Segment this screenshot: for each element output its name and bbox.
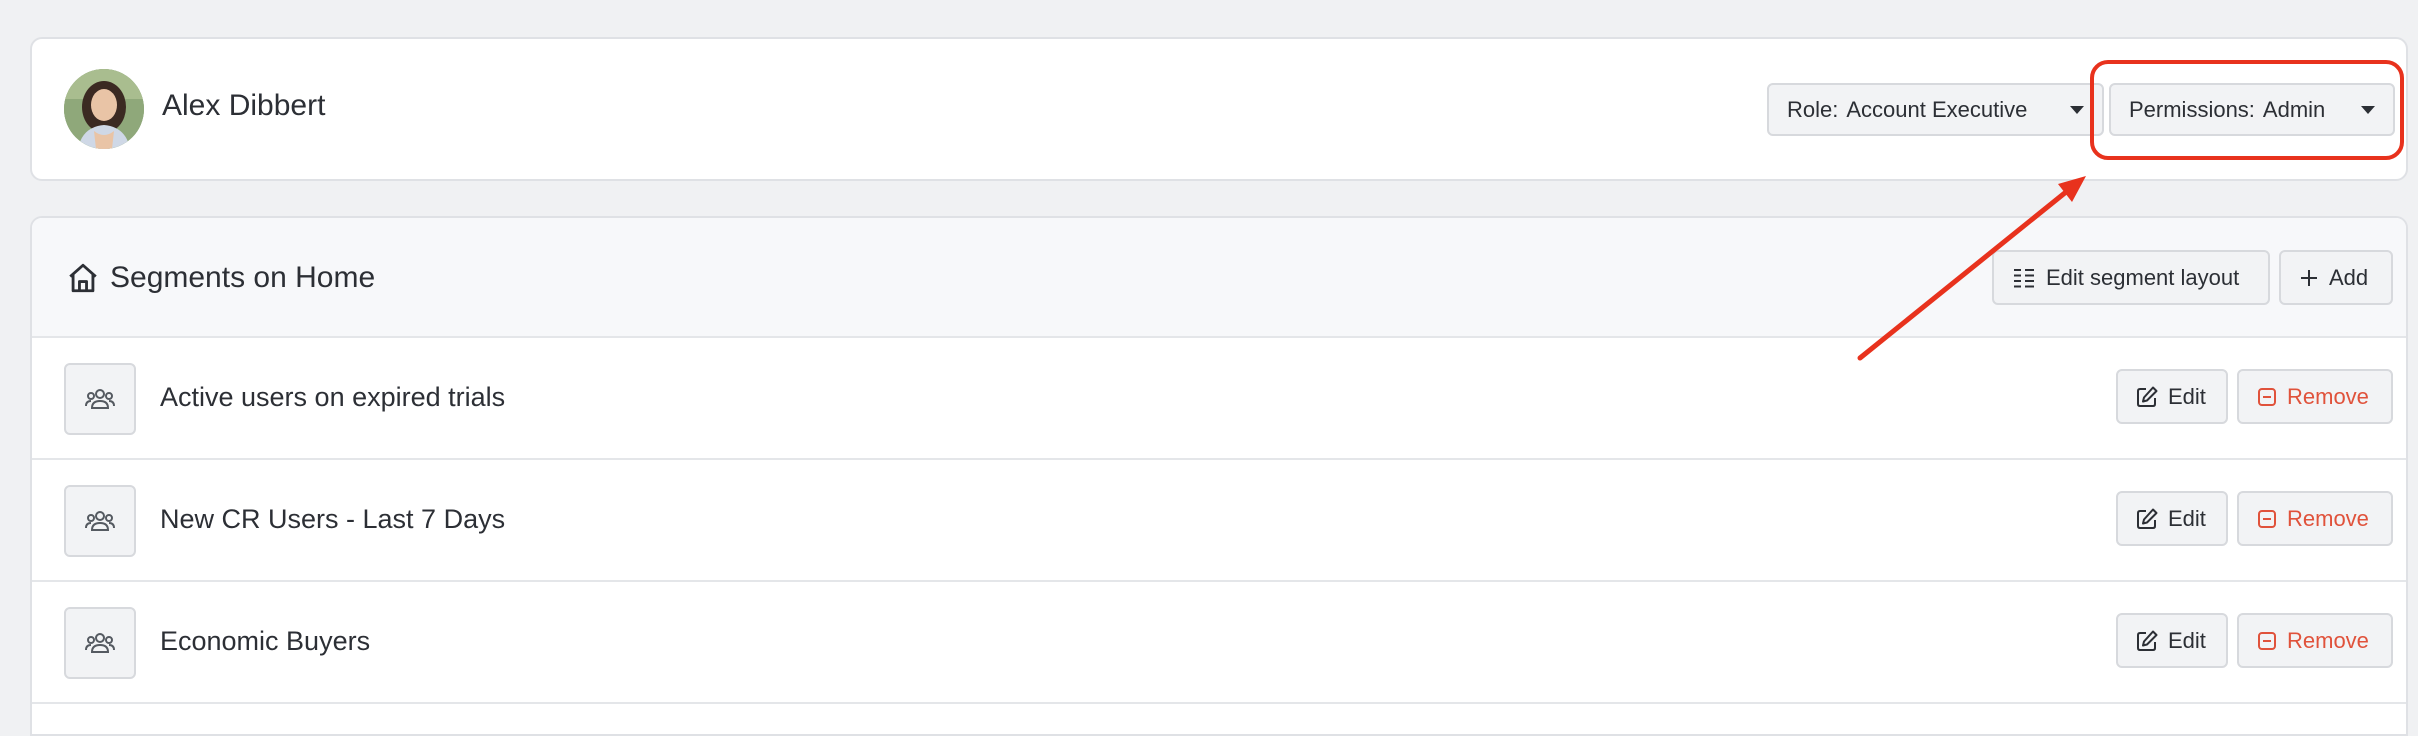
edit-segment-layout-label: Edit segment layout	[2046, 264, 2240, 290]
edit-icon	[2137, 508, 2158, 529]
users-group-icon	[64, 607, 136, 679]
user-name: Alex Dibbert	[162, 89, 326, 122]
avatar-image	[64, 69, 144, 149]
segments-panel: Segments on Home Edit segment layout Add	[30, 216, 2408, 736]
remove-segment-button[interactable]: Remove	[2237, 369, 2393, 424]
remove-label: Remove	[2287, 505, 2369, 531]
remove-icon	[2258, 631, 2276, 650]
remove-segment-button[interactable]: Remove	[2237, 491, 2393, 546]
add-segment-button[interactable]: Add	[2279, 250, 2393, 305]
edit-segment-button[interactable]: Edit	[2116, 613, 2228, 668]
edit-label: Edit	[2168, 627, 2206, 653]
segment-row: Economic Buyers Edit Remove	[32, 582, 2406, 704]
add-segment-label: Add	[2329, 264, 2369, 290]
caret-down-icon	[2070, 105, 2084, 114]
users-group-icon	[64, 363, 136, 435]
role-dropdown[interactable]: Role: Account Executive	[1767, 83, 2104, 136]
role-label: Role:	[1787, 96, 1839, 122]
users-group-icon	[64, 485, 136, 557]
permissions-label: Permissions:	[2129, 96, 2255, 122]
segments-title: Segments on Home	[110, 261, 376, 294]
segment-row: Active users on expired trials Edit Remo…	[32, 338, 2406, 460]
edit-label: Edit	[2168, 383, 2206, 409]
user-card: Alex Dibbert Role: Account Executive Per…	[30, 37, 2408, 181]
caret-down-icon	[2361, 105, 2375, 114]
remove-label: Remove	[2287, 627, 2369, 653]
segment-row: New CR Users - Last 7 Days Edit Remove	[32, 460, 2406, 582]
permissions-value: Admin	[2262, 96, 2326, 122]
avatar[interactable]	[64, 69, 144, 149]
edit-icon	[2137, 386, 2158, 407]
layout-list-icon	[2014, 268, 2034, 287]
segments-header: Segments on Home Edit segment layout Add	[32, 218, 2406, 338]
home-icon	[69, 263, 97, 293]
remove-segment-button[interactable]: Remove	[2237, 613, 2393, 668]
role-value: Account Executive	[1846, 96, 2028, 122]
remove-icon	[2258, 509, 2276, 528]
edit-segment-button[interactable]: Edit	[2116, 491, 2228, 546]
remove-icon	[2258, 387, 2276, 406]
edit-segment-layout-button[interactable]: Edit segment layout	[1992, 250, 2270, 305]
segment-name[interactable]: Economic Buyers	[160, 626, 370, 657]
segment-name[interactable]: New CR Users - Last 7 Days	[160, 504, 505, 535]
edit-segment-button[interactable]: Edit	[2116, 369, 2228, 424]
permissions-dropdown[interactable]: Permissions: Admin	[2109, 83, 2395, 136]
plus-icon	[2301, 269, 2317, 286]
edit-icon	[2137, 630, 2158, 651]
edit-label: Edit	[2168, 505, 2206, 531]
remove-label: Remove	[2287, 383, 2369, 409]
segment-name[interactable]: Active users on expired trials	[160, 382, 505, 413]
